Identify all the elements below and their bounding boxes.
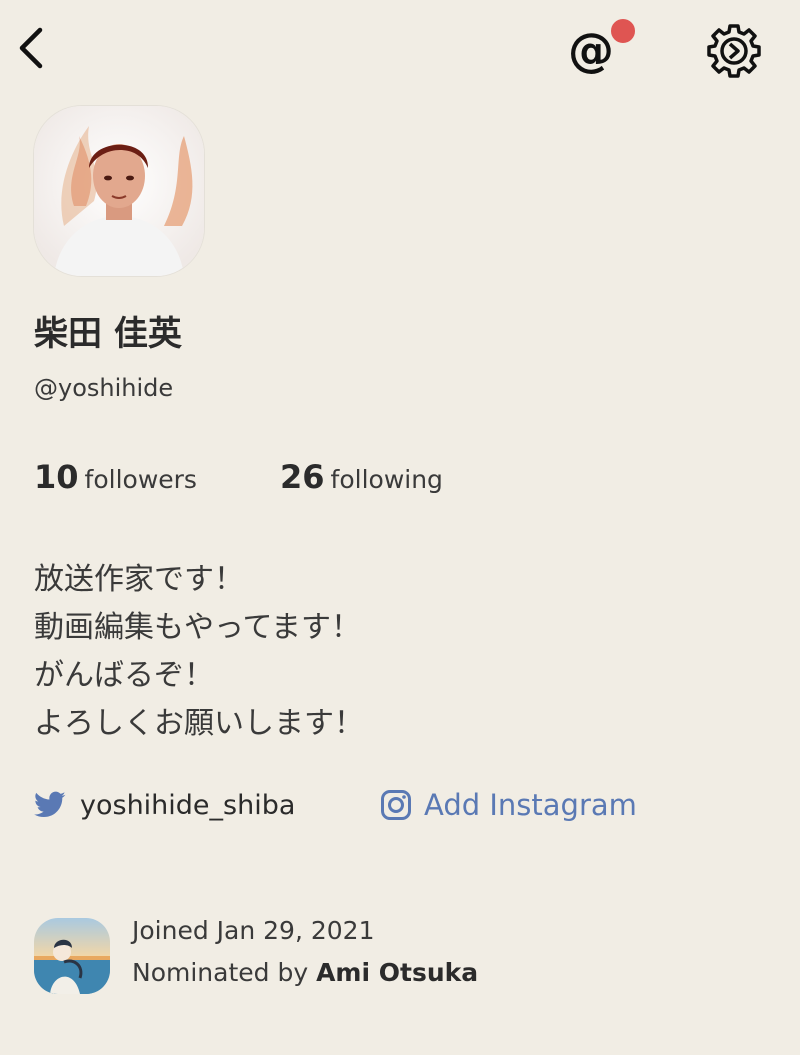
bio-line: 放送作家です！ (34, 562, 244, 597)
back-button[interactable] (14, 26, 50, 70)
twitter-bird-icon (34, 791, 66, 817)
bio-line: よろしくお願いします！ (34, 706, 364, 741)
social-links: yoshihide_shiba Add Instagram (34, 780, 774, 830)
mentions-button[interactable]: @ (568, 16, 638, 78)
chevron-left-icon (19, 27, 43, 69)
nominator-name-link[interactable]: Ami Otsuka (316, 958, 478, 987)
followers-link[interactable]: 10 followers (34, 458, 197, 496)
settings-button[interactable] (704, 22, 764, 80)
gear-icon (707, 24, 761, 78)
twitter-link[interactable]: yoshihide_shiba (34, 780, 295, 830)
following-link[interactable]: 26 following (280, 458, 443, 496)
avatar-photo (34, 106, 204, 276)
profile-avatar[interactable] (34, 106, 204, 276)
following-label: following (330, 465, 443, 494)
followers-count: 10 (34, 458, 79, 496)
bio-line: 動画編集もやってます！ (34, 610, 361, 645)
bio-line: がんばるぞ！ (34, 658, 214, 693)
add-instagram-label: Add Instagram (424, 788, 637, 822)
nominated-by: Nominated by Ami Otsuka (132, 958, 478, 987)
joined-date: Joined Jan 29, 2021 (132, 916, 375, 945)
followers-label: followers (84, 465, 197, 494)
following-count: 26 (280, 458, 325, 496)
instagram-icon (381, 790, 411, 820)
add-instagram-link[interactable]: Add Instagram (380, 780, 637, 830)
nominator-photo (34, 918, 110, 994)
profile-handle: @yoshihide (34, 374, 174, 402)
nominated-prefix: Nominated by (132, 958, 317, 987)
nominator-avatar[interactable] (34, 918, 110, 994)
top-bar: @ (0, 0, 800, 100)
profile-bio: 放送作家です！ 動画編集もやってます！ がんばるぞ！ よろしくお願いします！ (34, 556, 754, 748)
profile-name: 柴田 佳英 (34, 314, 182, 354)
notification-dot (608, 16, 638, 46)
twitter-handle: yoshihide_shiba (80, 789, 296, 821)
profile-stats: 10 followers 26 following (34, 458, 734, 502)
